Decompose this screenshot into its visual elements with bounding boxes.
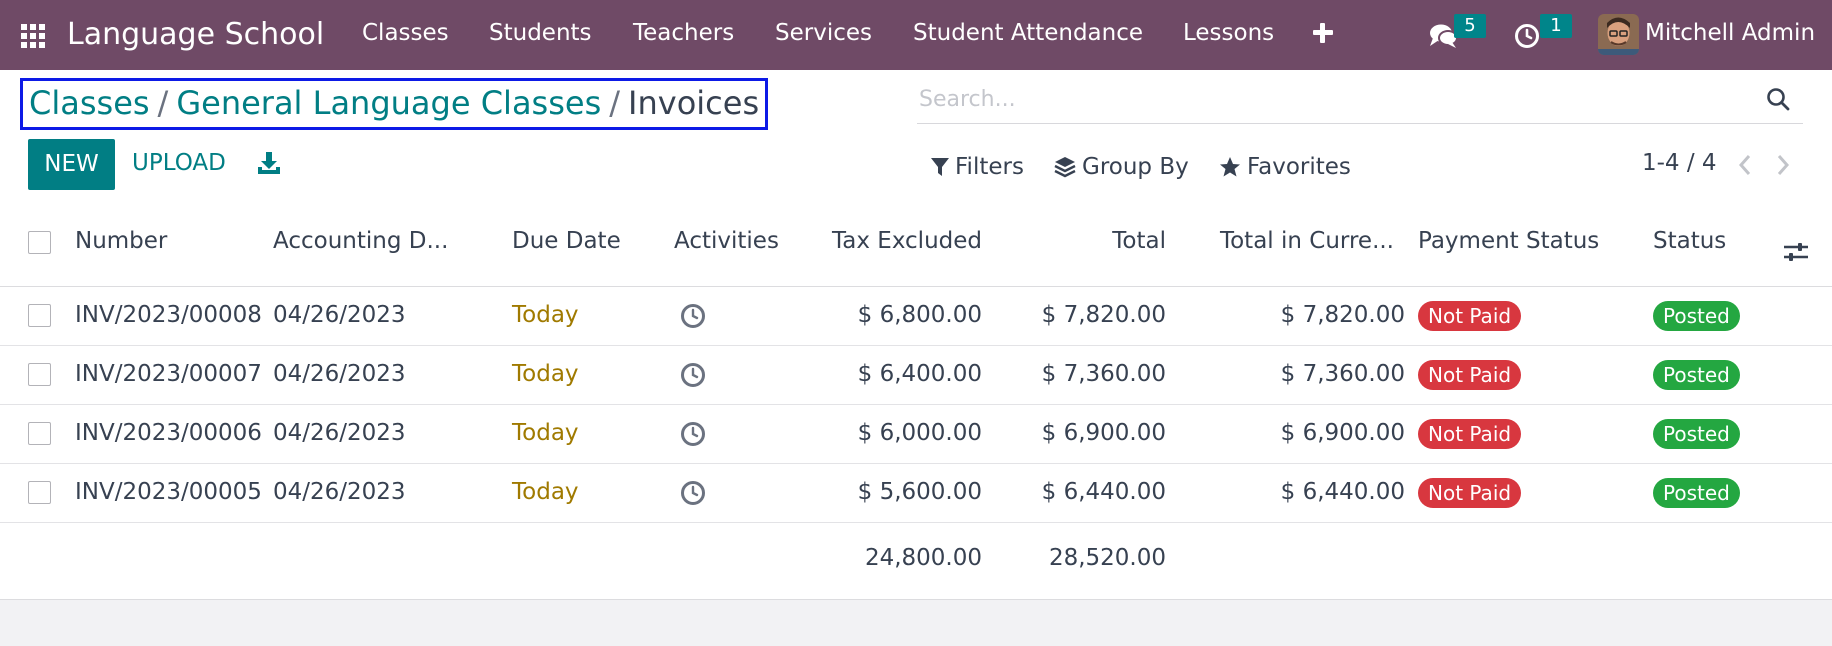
column-header-accounting-date[interactable]: Accounting D... — [273, 228, 448, 254]
cell-tax-excluded: $ 6,400.00 — [857, 361, 982, 387]
nav-item-teachers[interactable]: Teachers — [633, 20, 734, 46]
column-header-activities[interactable]: Activities — [674, 228, 779, 254]
cell-tax-excluded: $ 5,600.00 — [857, 479, 982, 505]
activities-count-badge: 1 — [1540, 14, 1572, 38]
payment-status-badge: Not Paid — [1418, 419, 1522, 449]
cell-number: INV/2023/00006 — [75, 420, 262, 446]
table-row[interactable]: INV/2023/00008 04/26/2023 Today $ 6,800.… — [0, 287, 1832, 346]
pager-next-icon[interactable] — [1773, 152, 1793, 178]
column-header-number[interactable]: Number — [75, 228, 167, 254]
cell-tax-excluded: $ 6,800.00 — [857, 302, 982, 328]
cell-due-date: Today — [512, 302, 579, 328]
nav-item-students[interactable]: Students — [489, 20, 592, 46]
row-checkbox[interactable] — [28, 422, 51, 445]
total-tax-excluded: 24,800.00 — [864, 545, 982, 571]
cell-due-date: Today — [512, 361, 579, 387]
row-checkbox[interactable] — [28, 363, 51, 386]
column-header-due-date[interactable]: Due Date — [512, 228, 621, 254]
breadcrumb-separator: / — [157, 84, 169, 122]
layers-icon — [1054, 157, 1076, 178]
status-badge: Posted — [1653, 478, 1740, 508]
cell-accounting-date: 04/26/2023 — [273, 479, 406, 505]
cell-due-date: Today — [512, 420, 579, 446]
cell-total: $ 6,440.00 — [1041, 479, 1166, 505]
messages-count-badge: 5 — [1454, 14, 1486, 38]
cell-number: INV/2023/00005 — [75, 479, 262, 505]
user-avatar[interactable] — [1598, 14, 1639, 55]
table-row[interactable]: INV/2023/00007 04/26/2023 Today $ 6,400.… — [0, 346, 1832, 405]
table-row[interactable]: INV/2023/00006 04/26/2023 Today $ 6,000.… — [0, 405, 1832, 464]
cell-number: INV/2023/00007 — [75, 361, 262, 387]
messages-button[interactable]: 5 — [1428, 14, 1488, 54]
activities-button[interactable]: 1 — [1514, 14, 1574, 54]
main-content: Classes / General Language Classes / Invoice… — [0, 70, 1832, 600]
payment-status-badge: Not Paid — [1418, 478, 1522, 508]
status-badge: Posted — [1653, 301, 1740, 331]
apps-menu-icon[interactable] — [21, 24, 45, 48]
nav-item-lessons[interactable]: Lessons — [1183, 20, 1274, 46]
pager-previous-icon[interactable] — [1735, 152, 1755, 178]
app-name[interactable]: Language School — [67, 17, 324, 52]
top-navbar: Language School Classes Students Teacher… — [0, 0, 1832, 70]
table-footer-totals: 24,800.00 28,520.00 — [0, 523, 1832, 600]
breadcrumb: Classes / General Language Classes / Invoice… — [20, 78, 768, 130]
pager-value[interactable]: 1-4 / 4 — [1642, 150, 1717, 176]
cell-tax-excluded: $ 6,000.00 — [857, 420, 982, 446]
table-header: Number Accounting D... Due Date Activiti… — [0, 176, 1832, 287]
breadcrumb-item-classes[interactable]: Classes — [29, 84, 150, 122]
upload-button[interactable]: UPLOAD — [132, 150, 226, 176]
cell-total: $ 6,900.00 — [1041, 420, 1166, 446]
cell-total-in-currency: $ 7,820.00 — [1280, 302, 1405, 328]
cell-total-in-currency: $ 6,900.00 — [1280, 420, 1405, 446]
row-checkbox[interactable] — [28, 481, 51, 504]
clock-icon — [1515, 24, 1539, 48]
breadcrumb-separator: / — [609, 84, 621, 122]
breadcrumb-current-invoices: Invoices — [628, 84, 760, 122]
download-icon[interactable] — [256, 150, 282, 176]
nav-item-services[interactable]: Services — [775, 20, 872, 46]
status-badge: Posted — [1653, 419, 1740, 449]
select-all-checkbox[interactable] — [28, 231, 51, 254]
nav-item-student-attendance[interactable]: Student Attendance — [913, 20, 1143, 46]
cell-total-in-currency: $ 7,360.00 — [1280, 361, 1405, 387]
cell-due-date: Today — [512, 479, 579, 505]
column-header-total[interactable]: Total — [1000, 228, 1166, 254]
search-icon[interactable] — [1765, 86, 1791, 112]
cell-accounting-date: 04/26/2023 — [273, 302, 406, 328]
column-settings-icon[interactable] — [1783, 240, 1809, 264]
add-menu-icon[interactable] — [1312, 22, 1334, 44]
user-name[interactable]: Mitchell Admin — [1645, 20, 1815, 46]
cell-total: $ 7,820.00 — [1041, 302, 1166, 328]
search-input[interactable] — [919, 80, 1719, 118]
filter-icon — [931, 158, 949, 176]
column-header-tax-excluded[interactable]: Tax Excluded — [800, 228, 982, 254]
column-header-status[interactable]: Status — [1653, 228, 1726, 254]
search-bar — [917, 76, 1803, 124]
cell-accounting-date: 04/26/2023 — [273, 361, 406, 387]
cell-number: INV/2023/00008 — [75, 302, 262, 328]
activity-clock-icon[interactable] — [680, 303, 706, 329]
cell-total: $ 7,360.00 — [1041, 361, 1166, 387]
payment-status-badge: Not Paid — [1418, 301, 1522, 331]
activity-clock-icon[interactable] — [680, 480, 706, 506]
status-badge: Posted — [1653, 360, 1740, 390]
row-checkbox[interactable] — [28, 304, 51, 327]
breadcrumb-item-general-language-classes[interactable]: General Language Classes — [176, 84, 601, 122]
table-row[interactable]: INV/2023/00005 04/26/2023 Today $ 5,600.… — [0, 464, 1832, 523]
total-amount: 28,520.00 — [1048, 545, 1166, 571]
activity-clock-icon[interactable] — [680, 362, 706, 388]
payment-status-badge: Not Paid — [1418, 360, 1522, 390]
activity-clock-icon[interactable] — [680, 421, 706, 447]
cell-total-in-currency: $ 6,440.00 — [1280, 479, 1405, 505]
star-icon — [1220, 157, 1240, 177]
nav-item-classes[interactable]: Classes — [362, 20, 449, 46]
cell-accounting-date: 04/26/2023 — [273, 420, 406, 446]
column-header-total-in-currency[interactable]: Total in Curre... — [1200, 228, 1394, 254]
column-header-payment-status[interactable]: Payment Status — [1418, 228, 1599, 254]
